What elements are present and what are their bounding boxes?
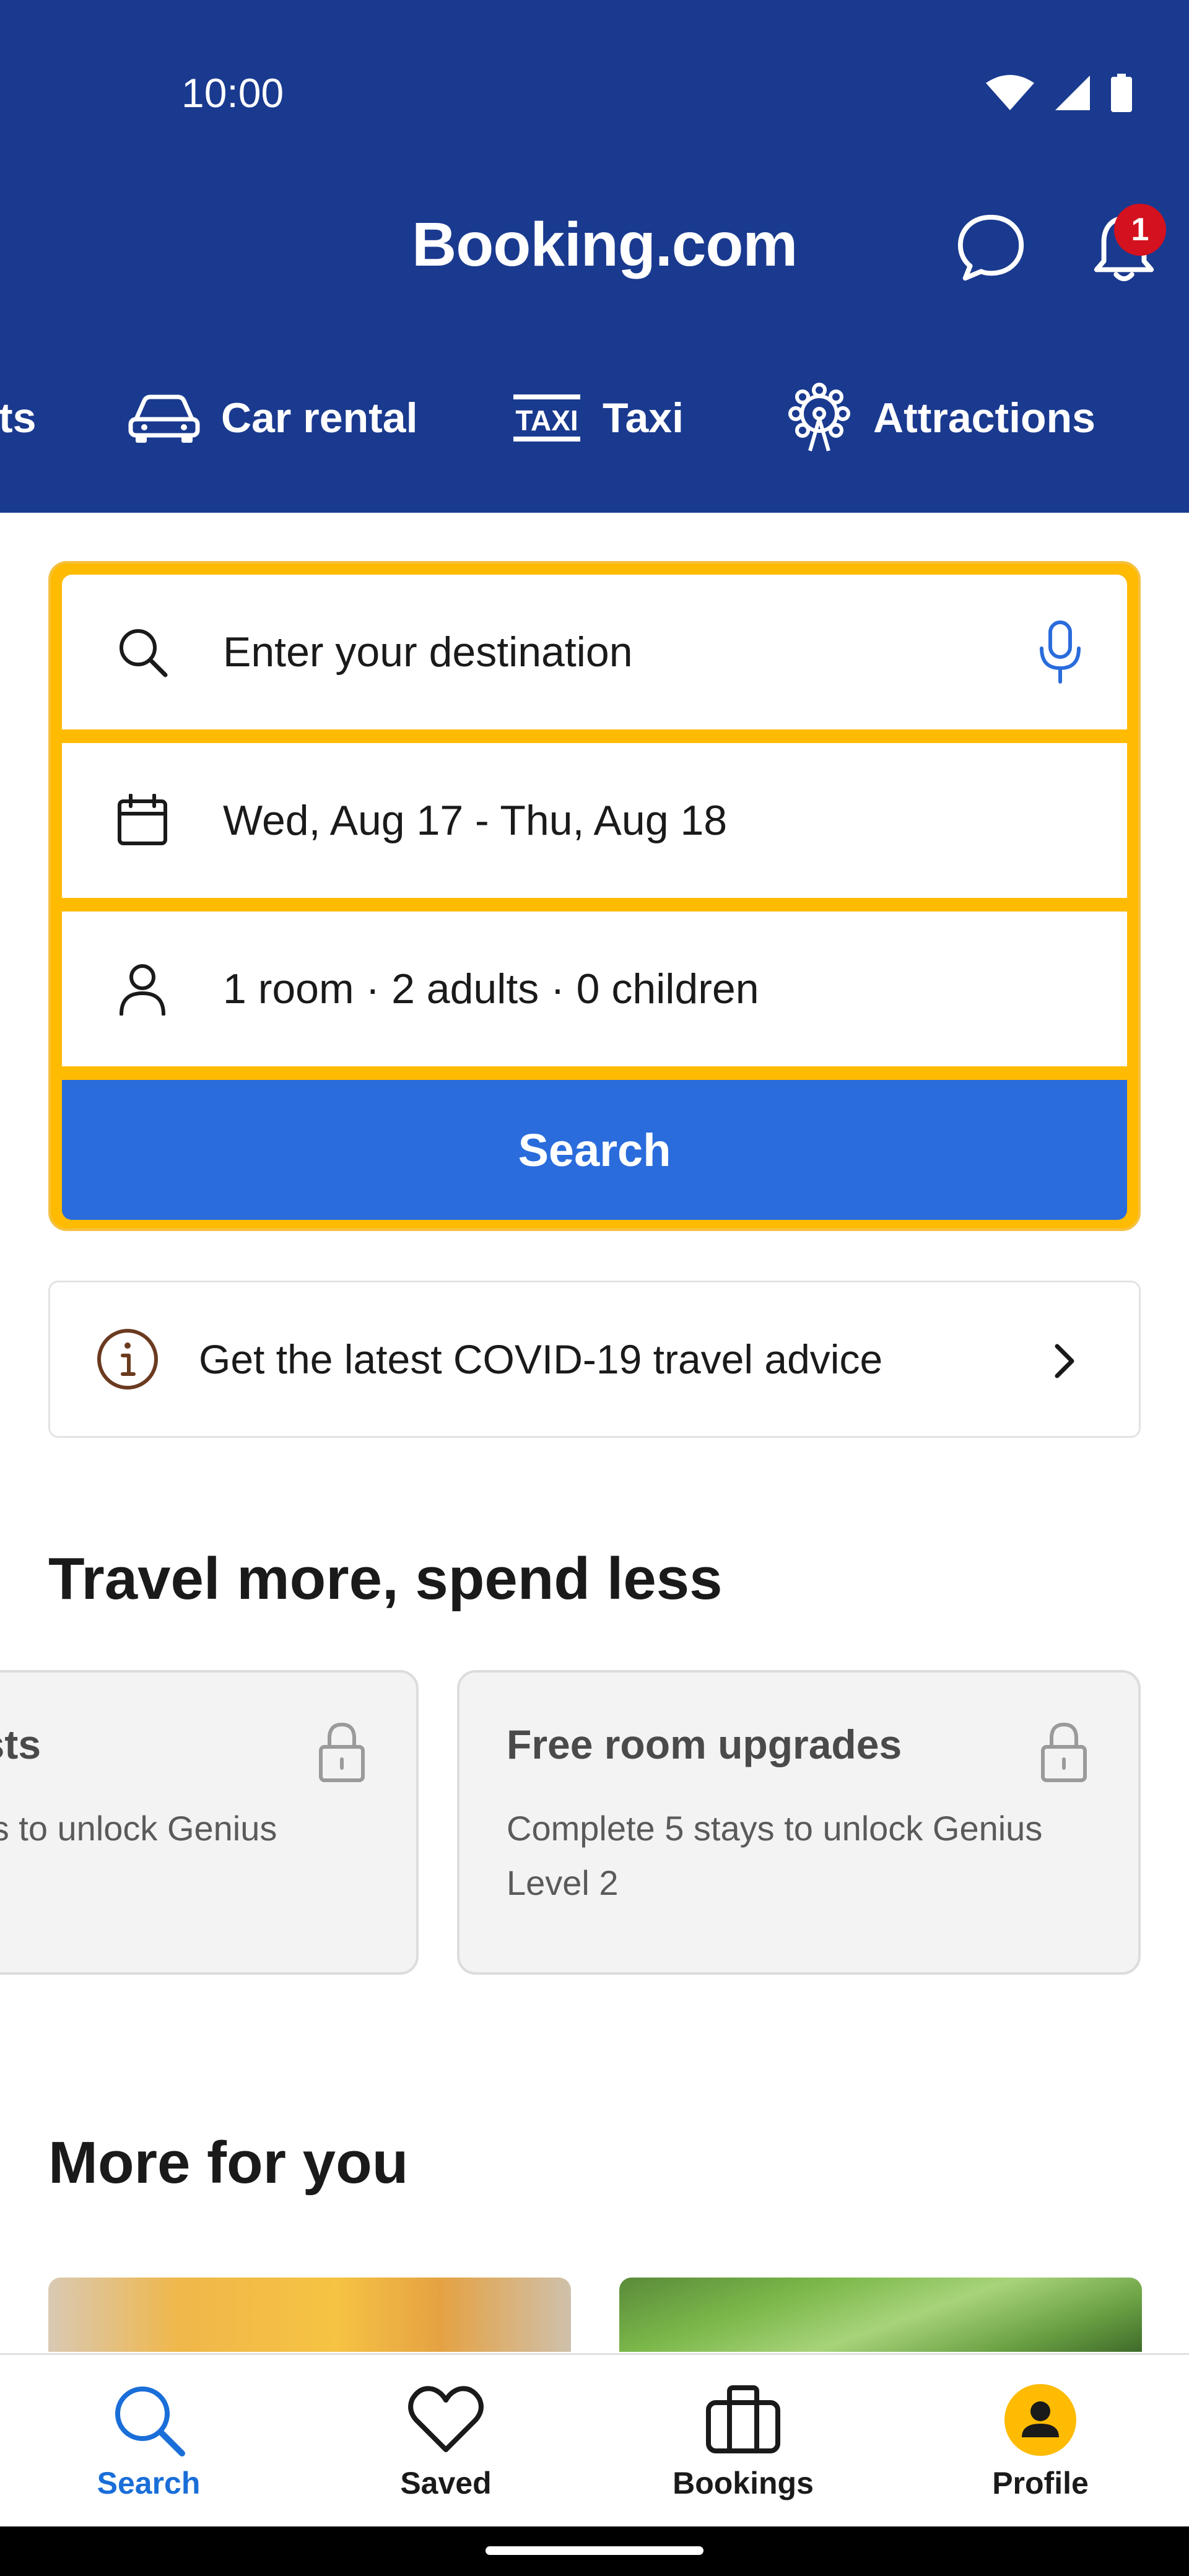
genius-card-free-room-upgrades[interactable]: Free room upgrades Complete 5 stays to u… — [457, 1670, 1141, 1975]
person-icon — [105, 962, 180, 1016]
tab-attractions-label: Attractions — [873, 394, 1095, 442]
calendar-icon — [105, 794, 180, 847]
lock-icon — [317, 1721, 367, 1786]
heart-icon — [407, 2380, 484, 2460]
tab-stays-label: ts — [0, 394, 37, 442]
genius-card-desc: tays to unlock Genius — [0, 1809, 277, 1848]
nav-profile[interactable]: Profile — [892, 2355, 1189, 2528]
chevron-right-icon — [1052, 1282, 1077, 1440]
search-box: Enter your destination Wed, Aug 17 - Thu… — [48, 561, 1141, 1231]
bottom-navigation: Search Saved Bookings Profile — [0, 2353, 1189, 2526]
nav-bookings-label: Bookings — [673, 2466, 814, 2500]
nav-search[interactable]: Search — [0, 2355, 297, 2528]
tab-car-rental-label: Car rental — [221, 394, 418, 442]
microphone-button[interactable] — [1037, 575, 1084, 729]
chat-icon — [957, 214, 1024, 281]
genius-card-breakfasts[interactable]: fasts tays to unlock Genius — [0, 1670, 419, 1975]
nav-saved[interactable]: Saved — [297, 2355, 594, 2528]
occupancy-value: 1 room · 2 adults · 0 children — [223, 965, 759, 1012]
battery-icon — [1111, 74, 1132, 112]
promo-card-image[interactable] — [619, 2278, 1142, 2352]
tab-taxi-label: Taxi — [603, 394, 684, 442]
attractions-icon — [788, 383, 850, 451]
profile-icon — [1003, 2380, 1078, 2460]
search-icon — [105, 625, 180, 679]
covid-advice-banner[interactable]: Get the latest COVID-19 travel advice — [48, 1281, 1141, 1438]
brand-logo[interactable]: Booking.com — [412, 207, 798, 282]
destination-placeholder: Enter your destination — [223, 629, 633, 676]
svg-text:TAXI: TAXI — [515, 404, 578, 437]
occupancy-field[interactable]: 1 room · 2 adults · 0 children — [62, 912, 1127, 1066]
taxi-icon: TAXI — [513, 394, 580, 442]
status-icons — [985, 68, 1133, 118]
dates-field[interactable]: Wed, Aug 17 - Thu, Aug 18 — [62, 743, 1127, 898]
dates-value: Wed, Aug 17 - Thu, Aug 18 — [223, 797, 728, 844]
signal-icon — [1055, 76, 1090, 110]
nav-saved-label: Saved — [400, 2466, 492, 2500]
tab-car-rental[interactable]: Car rental — [127, 372, 417, 464]
gesture-handle[interactable] — [486, 2546, 703, 2555]
section-title-travel-more: Travel more, spend less — [48, 1546, 723, 1612]
genius-card-title: fasts — [0, 1721, 41, 1767]
search-icon — [110, 2380, 187, 2460]
wifi-icon — [986, 75, 1034, 110]
microphone-icon — [1040, 620, 1081, 684]
suitcase-icon — [705, 2380, 782, 2460]
lock-icon — [1039, 1721, 1089, 1786]
destination-field[interactable]: Enter your destination — [62, 575, 1127, 729]
notification-badge: 1 — [1114, 204, 1166, 256]
genius-card-title: Free room upgrades — [507, 1721, 902, 1767]
nav-search-label: Search — [97, 2466, 201, 2500]
nav-bookings[interactable]: Bookings — [594, 2355, 892, 2528]
status-time: 10:00 — [181, 70, 284, 116]
genius-card-desc: Complete 5 stays to unlock Genius Level … — [507, 1809, 1043, 1902]
nav-profile-label: Profile — [992, 2466, 1089, 2500]
app-header: 10:00 Booking.com 1 ts Car rental TAXI T… — [0, 0, 1189, 513]
tab-taxi[interactable]: TAXI Taxi — [511, 372, 684, 464]
covid-advice-text: Get the latest COVID-19 travel advice — [199, 1336, 883, 1382]
promo-card-image[interactable] — [48, 2278, 571, 2352]
tab-stays[interactable]: ts — [0, 372, 36, 464]
category-tabs: ts Car rental TAXI Taxi Attractions — [0, 372, 1189, 464]
section-title-more-for-you: More for you — [48, 2130, 409, 2196]
car-icon — [128, 394, 200, 443]
info-icon — [94, 1327, 162, 1391]
search-button[interactable]: Search — [62, 1080, 1127, 1220]
chat-button[interactable] — [951, 207, 1031, 288]
tab-attractions[interactable]: Attractions — [785, 372, 1095, 464]
notifications-button[interactable]: 1 — [1081, 204, 1167, 288]
